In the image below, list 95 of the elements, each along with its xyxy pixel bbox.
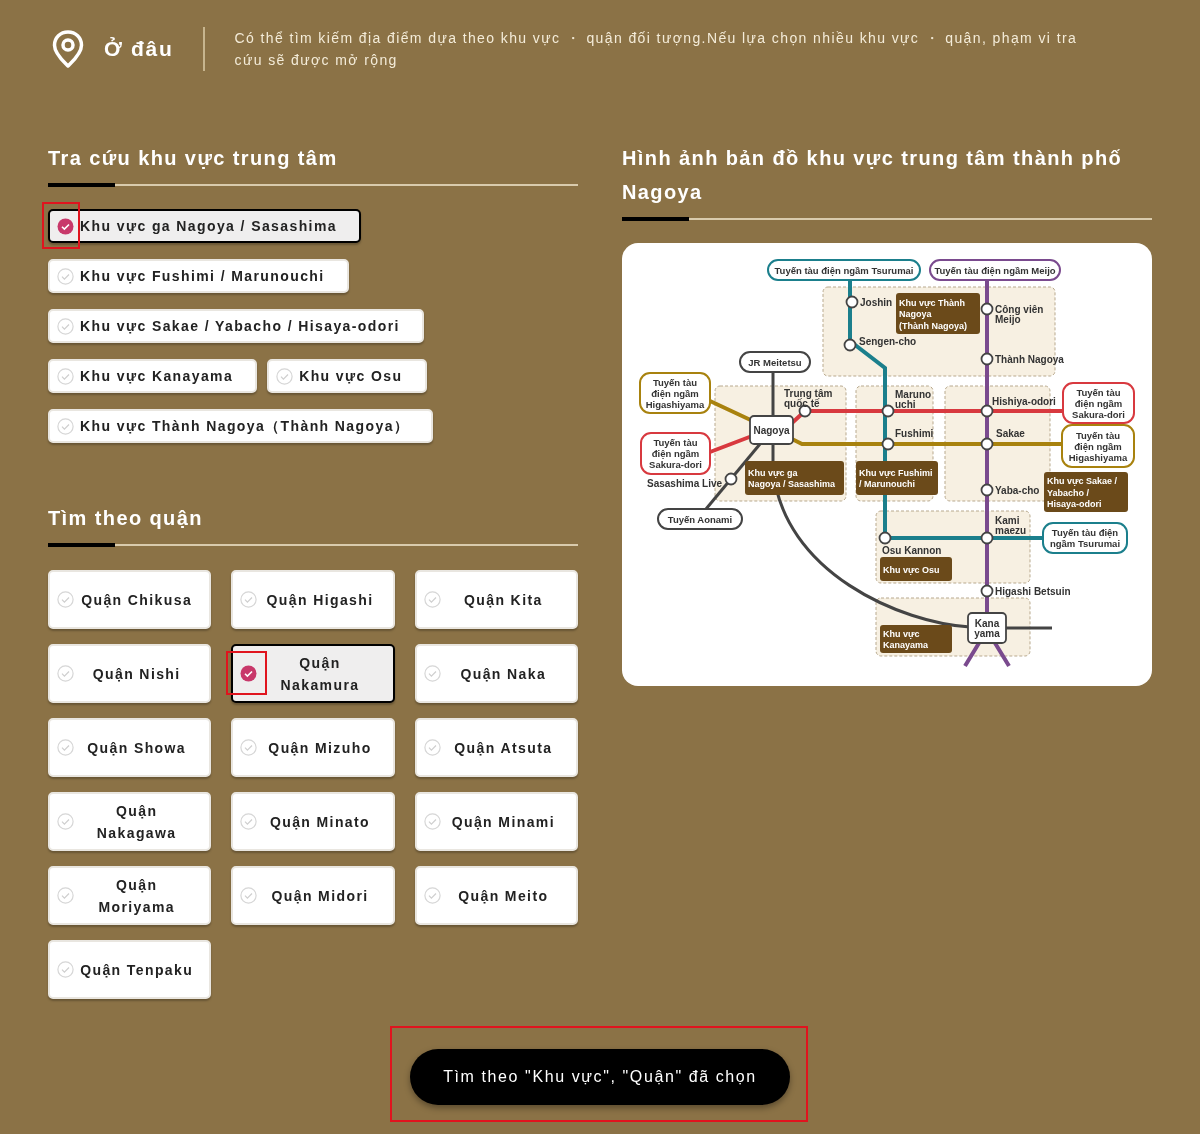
station-label: Sengen-cho [859, 336, 917, 347]
ward-option[interactable]: Quận Meito [414, 866, 578, 925]
ward-option[interactable]: Quận Showa [48, 718, 212, 777]
area-option[interactable]: Khu vực Kanayama [48, 359, 258, 393]
unchecked-icon [240, 591, 258, 608]
ward-option[interactable]: Quận Tenpaku [48, 940, 212, 999]
section-title: Tra cứu khu vực trung tâm [48, 146, 339, 171]
station-label: Hishiya-odori [992, 396, 1056, 407]
ward-option[interactable]: Quận Higashi [231, 570, 395, 629]
station-marker [724, 472, 738, 486]
page-title: Ở đâu [104, 36, 174, 63]
station-marker [980, 483, 994, 497]
station-marker [845, 295, 859, 309]
unchecked-icon [240, 813, 258, 830]
unchecked-icon [423, 887, 441, 904]
ward-option[interactable]: Quận Naka [414, 644, 578, 703]
unchecked-icon [57, 367, 74, 385]
unchecked-icon [423, 591, 441, 608]
station-marker [843, 338, 857, 352]
area-tag: Khu vực ga Nagoya / Sasashima [745, 461, 844, 495]
line-label: Tuyến tàu điện ngầm Sakura-dori [1062, 382, 1135, 424]
area-option[interactable]: Khu vực Osu [267, 359, 427, 393]
unchecked-icon [57, 267, 74, 285]
ward-option[interactable]: Quận Nishi [48, 644, 212, 703]
station-label: Osu Kannon [882, 545, 942, 556]
ward-option[interactable]: Quận Midori [231, 866, 395, 925]
area-tag: Khu vực Fushimi / Marunouchi [856, 461, 938, 495]
unchecked-icon [57, 739, 74, 756]
ward-option[interactable]: Quận Nakagawa [48, 792, 212, 851]
area-option[interactable]: Khu vực Fushimi / Marunouchi [48, 259, 349, 293]
checked-icon [57, 217, 74, 235]
station-marker [980, 584, 994, 598]
line-label: Tuyến tàu điện ngầm Higashiyama [639, 372, 711, 414]
station-label: Kami maezu [995, 515, 1027, 536]
unchecked-icon [240, 887, 258, 904]
ward-option[interactable]: Quận Kita [414, 570, 578, 629]
line-label: Tuyến tàu điện ngầm Tsurumai [767, 259, 921, 281]
unchecked-icon [57, 887, 74, 904]
area-option[interactable]: Khu vực ga Nagoya / Sasashima [48, 209, 361, 243]
station-marker [878, 531, 892, 545]
unchecked-icon [276, 367, 294, 385]
unchecked-icon [57, 813, 74, 830]
unchecked-icon [240, 739, 258, 756]
search-button[interactable]: Tìm theo "Khu vực", "Quận" đã chọn [410, 1049, 790, 1105]
unchecked-icon [57, 665, 74, 682]
unchecked-icon [57, 961, 74, 978]
ward-option[interactable]: Quận Atsuta [414, 718, 578, 777]
station-label: Fushimi [895, 428, 934, 439]
line-label: Tuyến Aonami [657, 508, 743, 530]
station-label: Higashi Betsuin [995, 586, 1071, 597]
station-marker [980, 437, 994, 451]
checked-icon [240, 665, 258, 682]
unchecked-icon [423, 665, 441, 682]
area-tag: Khu vực Thành Nagoya (Thành Nagoya) [896, 293, 980, 334]
station-label: Maruno uchi [895, 389, 932, 410]
unchecked-icon [57, 317, 74, 335]
ward-option[interactable]: Quận Moriyama [48, 866, 212, 925]
station-marker [980, 302, 994, 316]
station-label: Joshin [860, 297, 893, 308]
station-marker [881, 404, 895, 418]
ward-option[interactable]: Quận Minami [414, 792, 578, 851]
section-title: Tìm theo quận [48, 506, 204, 531]
unchecked-icon [423, 813, 441, 830]
area-tag: Khu vực Osu [880, 557, 952, 581]
ward-option[interactable]: Quận Minato [231, 792, 395, 851]
section-title: Hình ảnh bản đồ khu vực trung tâm thành phố Nagoya [622, 146, 1124, 205]
location-pin-icon [52, 30, 84, 68]
area-option[interactable]: Khu vực Thành Nagoya（Thành Nagoya） [48, 409, 434, 443]
station-marker [980, 531, 994, 545]
line-label: Tuyến tàu điện ngầm Higashiyama [1061, 424, 1135, 468]
station-marker [980, 404, 994, 418]
station-label: Sasashima Live [647, 478, 723, 489]
hub-station: Nagoya [749, 415, 794, 445]
line-label: Tuyến tàu điện ngầm Tsurumai [1042, 522, 1128, 554]
unchecked-icon [423, 739, 441, 756]
area-tag: Khu vực Kanayama [880, 625, 952, 653]
ward-option[interactable]: Quận Chikusa [48, 570, 212, 629]
hub-station: Kana yama [967, 612, 1007, 644]
station-label: Trung tâm quốc tế [784, 388, 833, 409]
line-label: Tuyến tàu điện ngầm Sakura-dori [640, 432, 711, 475]
line-label: Tuyến tàu điện ngầm Meijo [929, 259, 1061, 281]
unchecked-icon [57, 417, 74, 435]
station-label: Công viên Meijo [995, 304, 1044, 325]
ward-option[interactable]: Quận Mizuho [231, 718, 395, 777]
line-label: JR Meitetsu [739, 351, 811, 373]
station-label: Sakae [996, 428, 1025, 439]
unchecked-icon [57, 591, 74, 608]
station-marker [881, 437, 895, 451]
ward-option[interactable]: Quận Nakamura [231, 644, 395, 703]
area-tag: Khu vực Sakae / Yabacho / Hisaya-odori [1044, 472, 1128, 512]
description-text: Có thể tìm kiếm địa điểm dựa theo khu vực ・ quận đối tượng.Nếu lựa chọn nhiều khu vực ・ quận, phạm vi tra cứu sẽ được mở rộng [234, 29, 1079, 70]
station-label: Yaba-cho [995, 485, 1040, 496]
station-marker [980, 352, 994, 366]
area-option[interactable]: Khu vực Sakae / Yabacho / Hisaya-odori [48, 309, 424, 343]
station-label: Thành Nagoya [995, 354, 1064, 365]
